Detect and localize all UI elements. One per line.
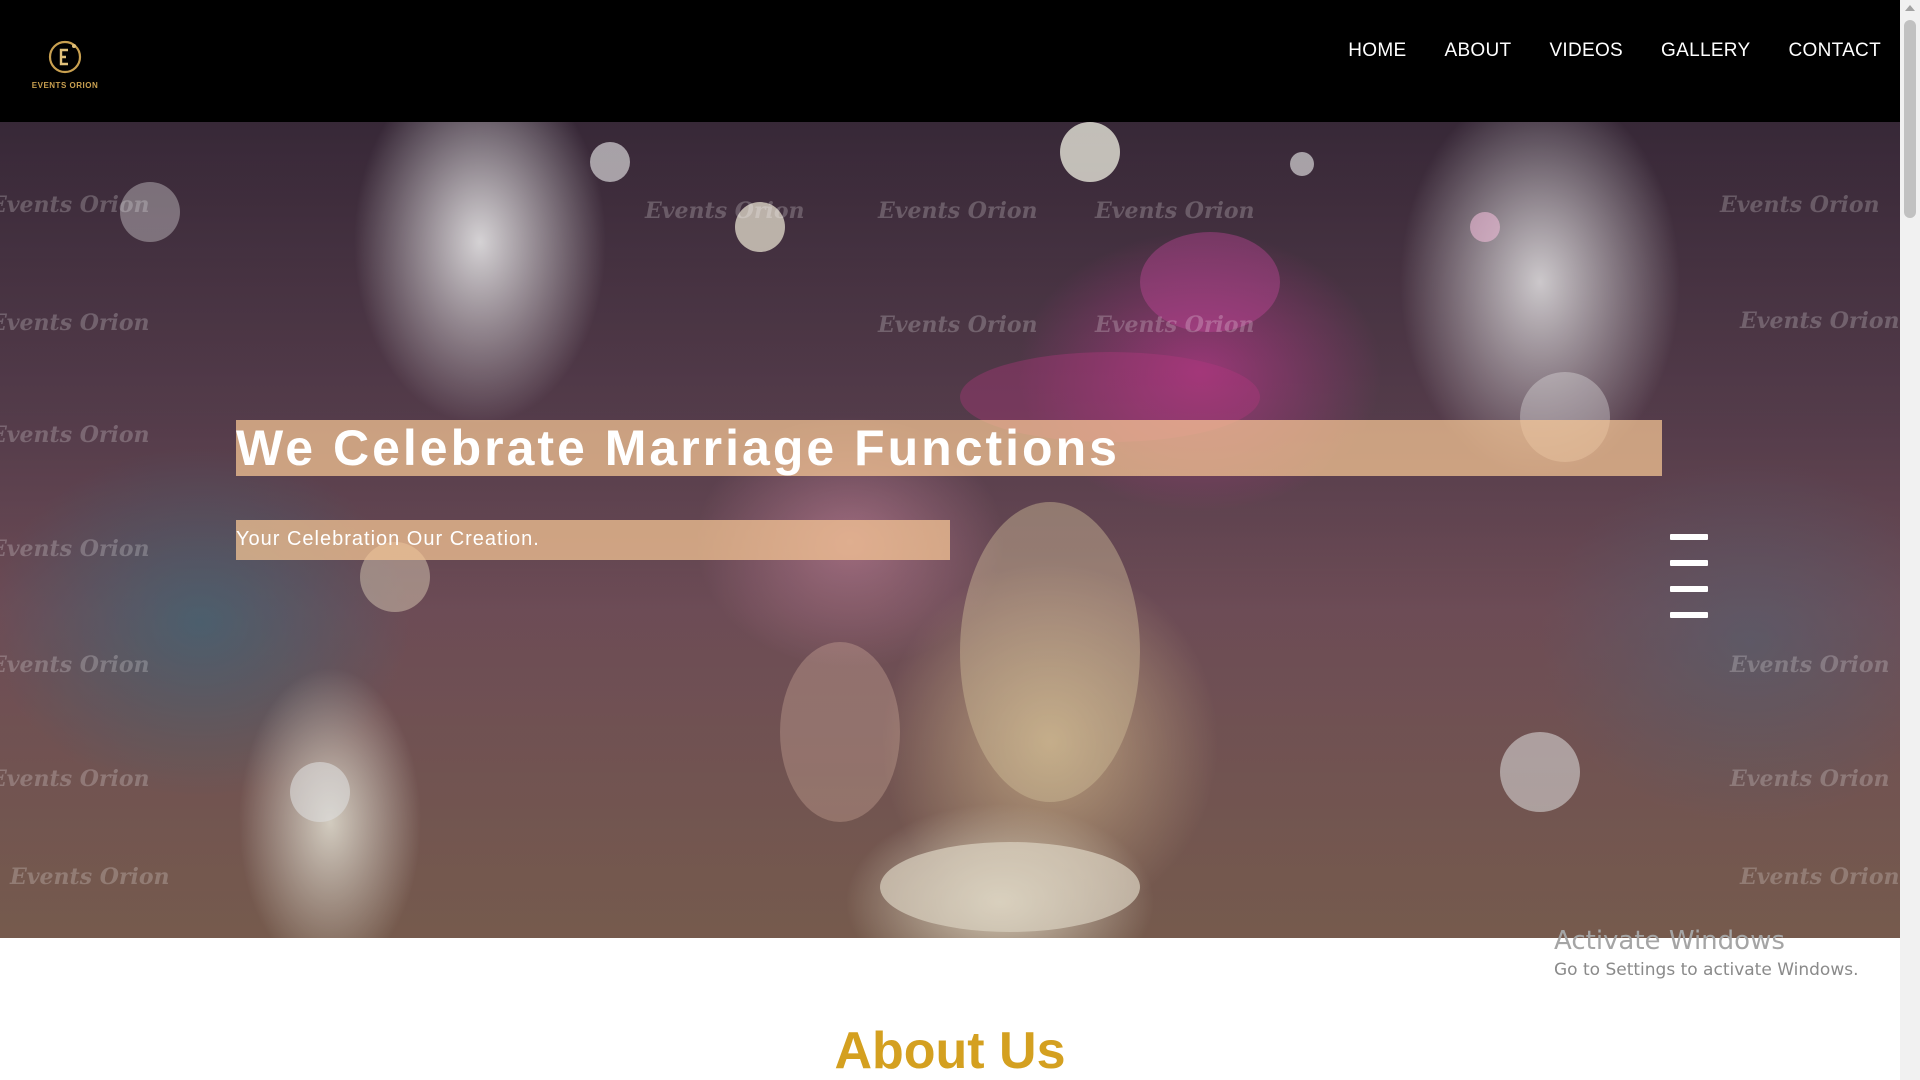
scrollbar-thumb[interactable] xyxy=(1904,20,1916,218)
hero-slider: Events Orion Events Orion Events Orion E… xyxy=(0,122,1900,938)
watermark: Events Orion xyxy=(0,766,150,792)
activate-windows-notice: Activate Windows Go to Settings to activ… xyxy=(1554,926,1859,984)
main-nav: HOME ABOUT VIDEOS GALLERY CONTACT xyxy=(1348,40,1881,62)
watermark: Events Orion xyxy=(1720,192,1880,218)
watermark: Events Orion xyxy=(1095,312,1255,338)
nav-gallery[interactable]: GALLERY xyxy=(1661,40,1750,62)
watermark: Events Orion xyxy=(1730,652,1890,678)
page-scrollbar[interactable] xyxy=(1900,0,1920,1080)
site-header: EVENTS ORION HOME ABOUT VIDEOS GALLERY C… xyxy=(0,0,1900,122)
scroll-up-icon[interactable] xyxy=(1905,5,1915,11)
activate-windows-subtitle: Go to Settings to activate Windows. xyxy=(1554,960,1859,980)
watermark: Events Orion xyxy=(0,310,150,336)
nav-home[interactable]: HOME xyxy=(1348,40,1406,62)
watermark: Events Orion xyxy=(0,192,150,218)
watermark: Events Orion xyxy=(1740,308,1900,334)
hero-title: We Celebrate Marriage Functions xyxy=(236,420,1120,476)
watermark: Events Orion xyxy=(0,652,150,678)
logo[interactable]: EVENTS ORION xyxy=(28,38,102,94)
watermark: Events Orion xyxy=(0,422,150,448)
watermark: Events Orion xyxy=(878,198,1038,224)
hero-subtitle: Your Celebration Our Creation. xyxy=(236,528,540,550)
slider-menu-icon[interactable] xyxy=(1670,534,1710,624)
watermark: Events Orion xyxy=(1730,766,1890,792)
watermark: Events Orion xyxy=(1095,198,1255,224)
watermark: Events Orion xyxy=(645,198,805,224)
nav-contact[interactable]: CONTACT xyxy=(1788,40,1881,62)
nav-about[interactable]: ABOUT xyxy=(1444,40,1511,62)
watermark: Events Orion xyxy=(878,312,1038,338)
activate-windows-title: Activate Windows xyxy=(1554,926,1785,956)
watermark: Events Orion xyxy=(0,536,150,562)
nav-videos[interactable]: VIDEOS xyxy=(1549,40,1623,62)
watermark: Events Orion xyxy=(10,864,170,890)
watermark: Events Orion xyxy=(1740,864,1900,890)
page: EVENTS ORION HOME ABOUT VIDEOS GALLERY C… xyxy=(0,0,1900,1080)
about-heading: About Us xyxy=(834,1022,1066,1080)
logo-text: EVENTS ORION xyxy=(31,81,99,90)
logo-icon xyxy=(48,40,82,74)
